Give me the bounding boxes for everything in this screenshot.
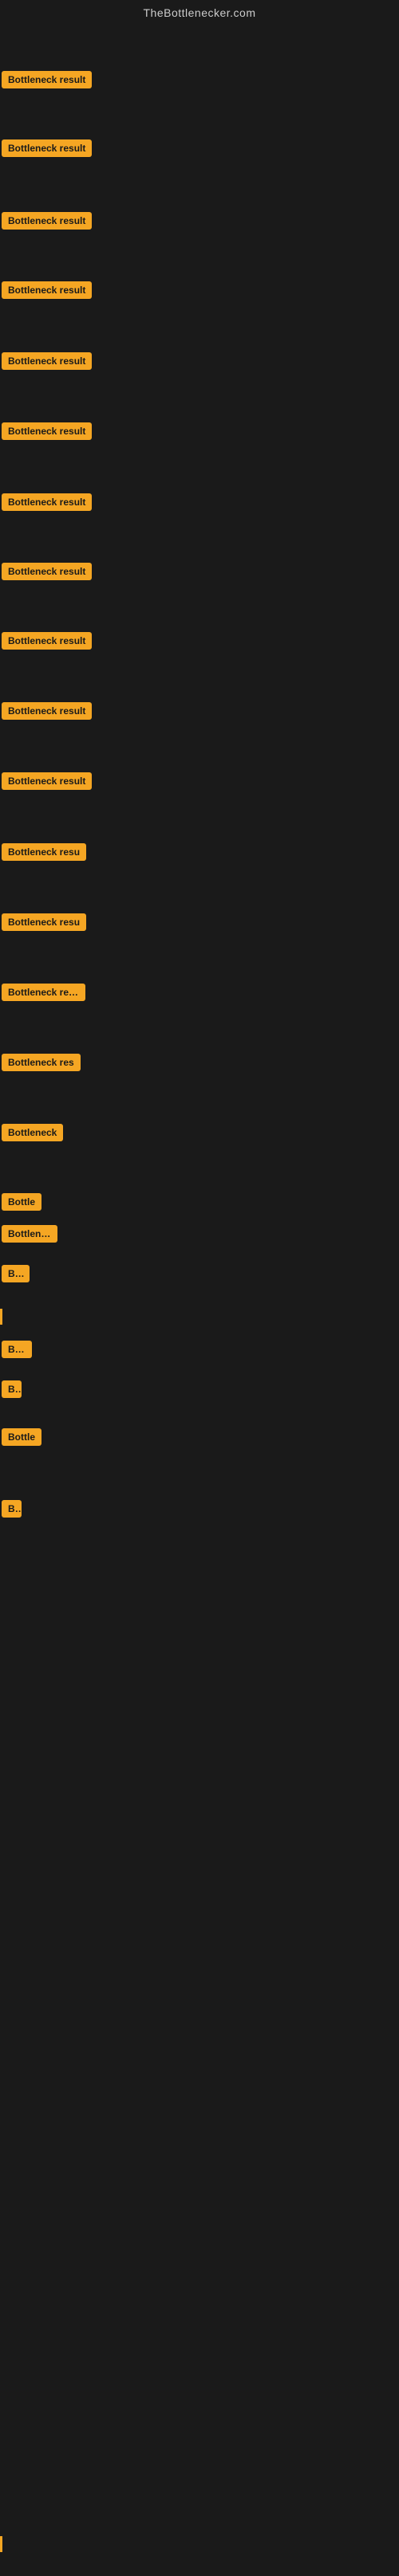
result-item-1[interactable]: Bottleneck result bbox=[2, 71, 92, 92]
result-item-5[interactable]: Bottleneck result bbox=[2, 352, 92, 374]
result-item-23[interactable]: Bottle bbox=[2, 1428, 41, 1450]
bottleneck-badge-11[interactable]: Bottleneck result bbox=[2, 772, 92, 790]
result-item-19[interactable]: Bot bbox=[2, 1265, 30, 1286]
bottleneck-badge-13[interactable]: Bottleneck resu bbox=[2, 913, 86, 931]
bottleneck-badge-17[interactable]: Bottle bbox=[2, 1193, 41, 1211]
result-item-24[interactable]: Bo bbox=[2, 1500, 22, 1522]
bottleneck-badge-5[interactable]: Bottleneck result bbox=[2, 352, 92, 370]
result-item-8[interactable]: Bottleneck result bbox=[2, 563, 92, 584]
result-item-22[interactable]: Bo bbox=[2, 1380, 22, 1402]
bottleneck-badge-8[interactable]: Bottleneck result bbox=[2, 563, 92, 580]
bottleneck-badge-16[interactable]: Bottleneck bbox=[2, 1124, 63, 1141]
cursor-line bbox=[0, 2536, 2, 2552]
bottleneck-badge-22[interactable]: Bo bbox=[2, 1380, 22, 1398]
site-title: TheBottlenecker.com bbox=[0, 0, 399, 26]
bottleneck-badge-4[interactable]: Bottleneck result bbox=[2, 281, 92, 299]
result-item-11[interactable]: Bottleneck result bbox=[2, 772, 92, 794]
cursor-line bbox=[0, 1309, 2, 1325]
result-item-21[interactable]: Bott bbox=[2, 1341, 32, 1362]
result-item-15[interactable]: Bottleneck res bbox=[2, 1054, 81, 1075]
result-item-17[interactable]: Bottle bbox=[2, 1193, 41, 1215]
bottleneck-badge-1[interactable]: Bottleneck result bbox=[2, 71, 92, 88]
result-item-9[interactable]: Bottleneck result bbox=[2, 632, 92, 654]
bottleneck-badge-24[interactable]: Bo bbox=[2, 1500, 22, 1518]
result-item-7[interactable]: Bottleneck result bbox=[2, 493, 92, 515]
bottleneck-badge-10[interactable]: Bottleneck result bbox=[2, 702, 92, 720]
result-item-2[interactable]: Bottleneck result bbox=[2, 139, 92, 161]
bottleneck-badge-9[interactable]: Bottleneck result bbox=[2, 632, 92, 650]
result-item-6[interactable]: Bottleneck result bbox=[2, 422, 92, 444]
bottleneck-badge-15[interactable]: Bottleneck res bbox=[2, 1054, 81, 1071]
result-item-13[interactable]: Bottleneck resu bbox=[2, 913, 86, 935]
result-item-3[interactable]: Bottleneck result bbox=[2, 212, 92, 234]
result-item-18[interactable]: Bottlenec bbox=[2, 1225, 57, 1247]
bottleneck-badge-23[interactable]: Bottle bbox=[2, 1428, 41, 1446]
bottleneck-badge-21[interactable]: Bott bbox=[2, 1341, 32, 1358]
result-item-4[interactable]: Bottleneck result bbox=[2, 281, 92, 303]
result-item-14[interactable]: Bottleneck resu bbox=[2, 984, 85, 1005]
result-item-10[interactable]: Bottleneck result bbox=[2, 702, 92, 724]
bottleneck-badge-18[interactable]: Bottlenec bbox=[2, 1225, 57, 1243]
result-item-16[interactable]: Bottleneck bbox=[2, 1124, 63, 1145]
bottleneck-badge-14[interactable]: Bottleneck resu bbox=[2, 984, 85, 1001]
bottleneck-badge-19[interactable]: Bot bbox=[2, 1265, 30, 1282]
bottleneck-badge-3[interactable]: Bottleneck result bbox=[2, 212, 92, 230]
bottleneck-badge-2[interactable]: Bottleneck result bbox=[2, 139, 92, 157]
bottleneck-badge-12[interactable]: Bottleneck resu bbox=[2, 843, 86, 861]
result-item-12[interactable]: Bottleneck resu bbox=[2, 843, 86, 865]
bottleneck-badge-6[interactable]: Bottleneck result bbox=[2, 422, 92, 440]
bottleneck-badge-7[interactable]: Bottleneck result bbox=[2, 493, 92, 511]
